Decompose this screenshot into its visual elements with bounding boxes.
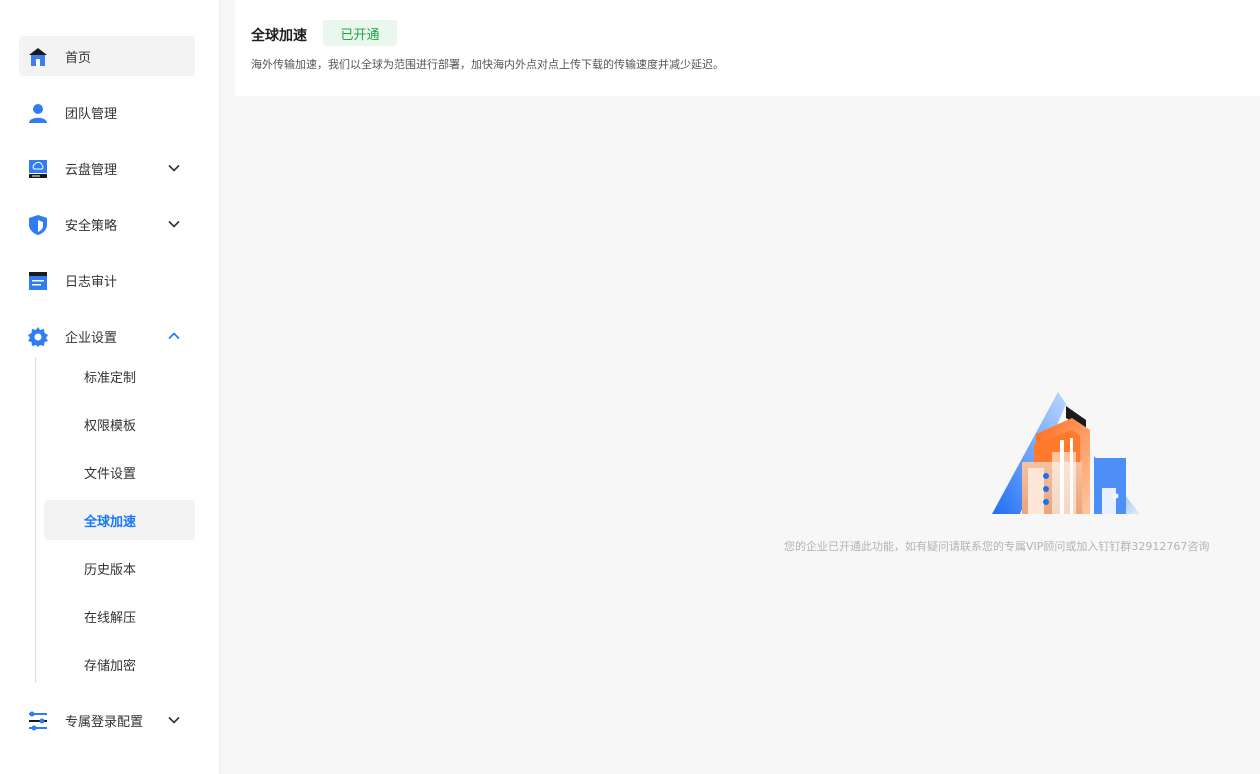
gear-icon: [28, 327, 48, 347]
feature-description: 海外传输加速，我们以全球为范围进行部署，加快海内外点对点上传下载的传输速度并减少…: [251, 58, 724, 71]
sidebar-item-security[interactable]: 安全策略: [19, 204, 195, 244]
submenu-item-permission-template[interactable]: 权限模板: [44, 404, 195, 444]
chevron-down-icon[interactable]: [167, 161, 181, 175]
sidebar-item-label: 安全策略: [65, 218, 118, 234]
sidebar-item-log-audit[interactable]: 日志审计: [19, 260, 195, 300]
submenu-item-label: 文件设置: [84, 466, 137, 482]
submenu-item-file-settings[interactable]: 文件设置: [44, 452, 195, 492]
feature-enabled-notice: 您的企业已开通此功能，如有疑问请联系您的专属VIP顾问或加入钉钉群3291276…: [784, 540, 1210, 553]
sidebar-item-login-config[interactable]: 专属登录配置: [19, 700, 195, 740]
cloud-disk-icon: [29, 160, 47, 178]
sidebar-item-cloud-disk[interactable]: 云盘管理: [19, 148, 195, 188]
building-illustration: [992, 392, 1140, 514]
sidebar-item-label: 专属登录配置: [65, 714, 144, 730]
submenu-item-history-version[interactable]: 历史版本: [44, 548, 195, 588]
home-icon: [29, 48, 47, 66]
submenu-item-global-acceleration[interactable]: 全球加速: [44, 500, 195, 540]
sliders-icon: [29, 711, 47, 731]
submenu-item-label: 全球加速: [84, 514, 137, 530]
sidebar-item-label: 企业设置: [65, 330, 118, 346]
submenu-item-label: 存储加密: [84, 658, 137, 674]
status-badge: 已开通: [323, 20, 397, 46]
submenu-item-label: 历史版本: [84, 562, 137, 578]
submenu-item-label: 权限模板: [84, 418, 137, 434]
submenu-item-label: 标准定制: [84, 370, 137, 386]
sidebar-item-label: 首页: [65, 50, 92, 66]
page-title: 全球加速: [251, 28, 307, 44]
chevron-down-icon[interactable]: [167, 217, 181, 231]
chevron-down-icon[interactable]: [167, 713, 181, 727]
sidebar: 首页 团队管理 云盘管理 安全策略 日志审计 企业设置 标准定制 权限模板 文件…: [0, 0, 220, 774]
sidebar-item-team[interactable]: 团队管理: [19, 92, 195, 132]
submenu-item-label: 在线解压: [84, 610, 137, 626]
submenu-item-online-unzip[interactable]: 在线解压: [44, 596, 195, 636]
sidebar-item-enterprise-settings[interactable]: 企业设置: [19, 316, 195, 356]
user-icon: [29, 104, 47, 123]
sidebar-item-label: 团队管理: [65, 106, 118, 122]
sidebar-item-label: 云盘管理: [65, 162, 118, 178]
shield-icon: [29, 215, 47, 235]
chevron-up-icon[interactable]: [167, 329, 181, 343]
submenu-guide-line: [35, 357, 36, 683]
sidebar-item-label: 日志审计: [65, 274, 118, 290]
feature-header-card: 全球加速 已开通 海外传输加速，我们以全球为范围进行部署，加快海内外点对点上传下…: [235, 0, 1260, 96]
sidebar-item-home[interactable]: 首页: [19, 36, 195, 76]
log-icon: [29, 272, 47, 290]
submenu-item-storage-encryption[interactable]: 存储加密: [44, 644, 195, 684]
submenu-item-standard-custom[interactable]: 标准定制: [44, 356, 195, 396]
